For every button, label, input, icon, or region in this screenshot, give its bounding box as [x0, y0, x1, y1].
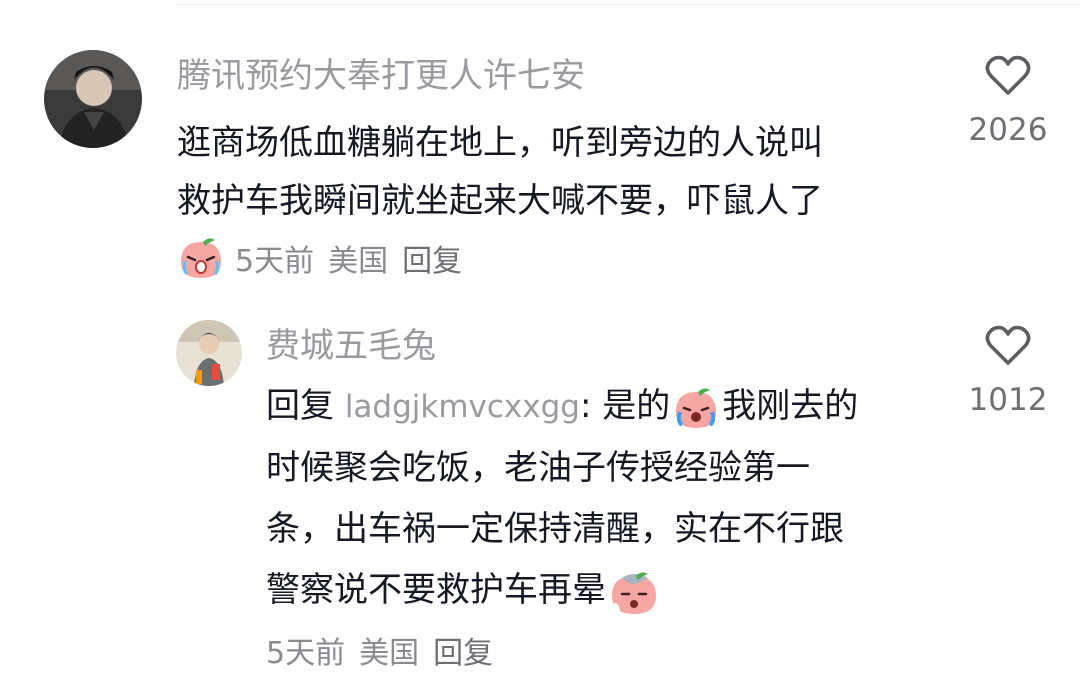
comment-text-line: 警察说不要救护车再晕 — [266, 560, 858, 621]
reply-button[interactable]: 回复 — [402, 236, 462, 280]
comment-text-line: 条，出车祸一定保持清醒，实在不行跟 — [266, 509, 844, 549]
reply-text-start: : 是的 — [579, 386, 671, 426]
comment-text: 回复 ladgjkmvcxxgg: 是的 我刚去的 时候聚会吃饭，老油子传授经验… — [266, 376, 858, 621]
heart-icon[interactable] — [985, 54, 1031, 96]
comment-text-line: 时候聚会吃饭，老油子传授经验第一 — [266, 448, 810, 488]
avatar[interactable] — [44, 50, 142, 148]
comment-text-end: 警察说不要救护车再晕 — [266, 570, 606, 610]
comment-username[interactable]: 腾讯预约大奉打更人许七安 — [177, 55, 585, 97]
like-button[interactable]: 1012 — [958, 324, 1058, 418]
comment-username[interactable]: 费城五毛兔 — [266, 325, 436, 367]
like-count: 2026 — [968, 112, 1048, 148]
comment-location: 美国 — [328, 244, 389, 279]
comment-time: 5天前 — [235, 244, 315, 279]
comment-location: 美国 — [359, 636, 420, 671]
reply-comment-item: 费城五毛兔 回复 ladgjkmvcxxgg: 是的 我刚去的 时候聚会吃饭，老… — [0, 300, 1080, 690]
reply-prefix: 回复 — [266, 386, 334, 426]
comment-text-line: 救护车我瞬间就坐起来大喊不要，吓鼠人了 — [177, 181, 823, 221]
like-button[interactable]: 2026 — [958, 54, 1058, 148]
comment-time: 5天前 — [266, 636, 346, 671]
avatar[interactable] — [176, 320, 242, 386]
crying-peach-emoji-icon — [181, 238, 221, 278]
heart-icon[interactable] — [985, 324, 1031, 366]
like-count: 1012 — [968, 382, 1048, 418]
crying-peach-emoji-icon — [676, 387, 717, 428]
comment-meta: 5天前 美国 回复 — [266, 628, 507, 672]
comment-item: 腾讯预约大奉打更人许七安 逛商场低血糖躺在地上，听到旁边的人说叫 救护车我瞬间就… — [0, 0, 1080, 290]
comment-text-line: 逛商场低血糖躺在地上，听到旁边的人说叫 — [177, 123, 823, 163]
reply-to-username[interactable]: ladgjkmvcxxgg — [345, 389, 580, 425]
comment-meta: 5天前 美国 回复 — [177, 236, 476, 280]
reply-text-continued: 我刚去的 — [722, 386, 859, 426]
dizzy-peach-emoji-icon — [612, 571, 656, 615]
comment-text: 逛商场低血糖躺在地上，听到旁边的人说叫 救护车我瞬间就坐起来大喊不要，吓鼠人了 — [177, 114, 823, 230]
reply-button[interactable]: 回复 — [433, 628, 493, 672]
comment-text-line: 回复 ladgjkmvcxxgg: 是的 我刚去的 — [266, 376, 858, 438]
